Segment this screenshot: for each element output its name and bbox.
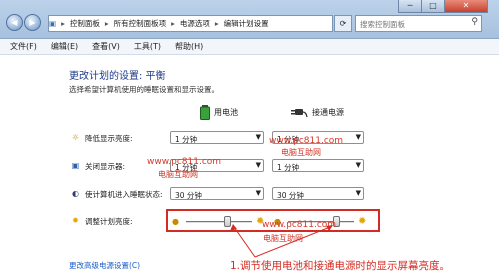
annotation-text: 1.调节使用电池和接通电源时的显示屏幕亮度。 — [230, 260, 451, 272]
annotation-arrows — [230, 224, 333, 258]
